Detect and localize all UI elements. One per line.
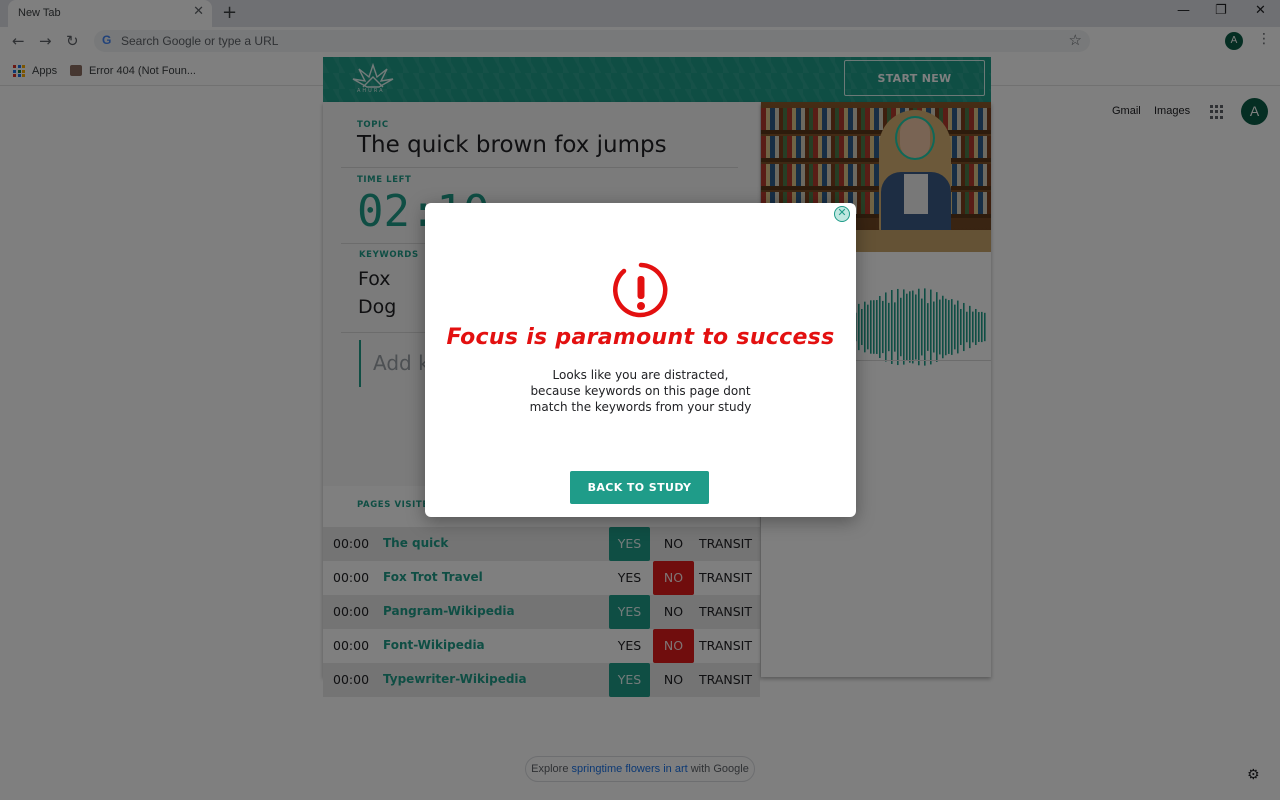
dialog-message-line: because keywords on this page dont (530, 384, 751, 398)
dialog-message: Looks like you are distracted, because k… (425, 367, 856, 415)
dialog-message-line: match the keywords from your study (529, 400, 752, 414)
focus-alert-dialog: ✕ Focus is paramount to success Looks li… (425, 203, 856, 517)
dialog-title: Focus is paramount to success (446, 325, 835, 350)
dialog-close-icon[interactable]: ✕ (834, 206, 850, 222)
exclamation-alert-icon (613, 262, 668, 318)
back-to-study-button[interactable]: BACK TO STUDY (570, 471, 709, 504)
dialog-message-line: Looks like you are distracted, (552, 368, 729, 382)
